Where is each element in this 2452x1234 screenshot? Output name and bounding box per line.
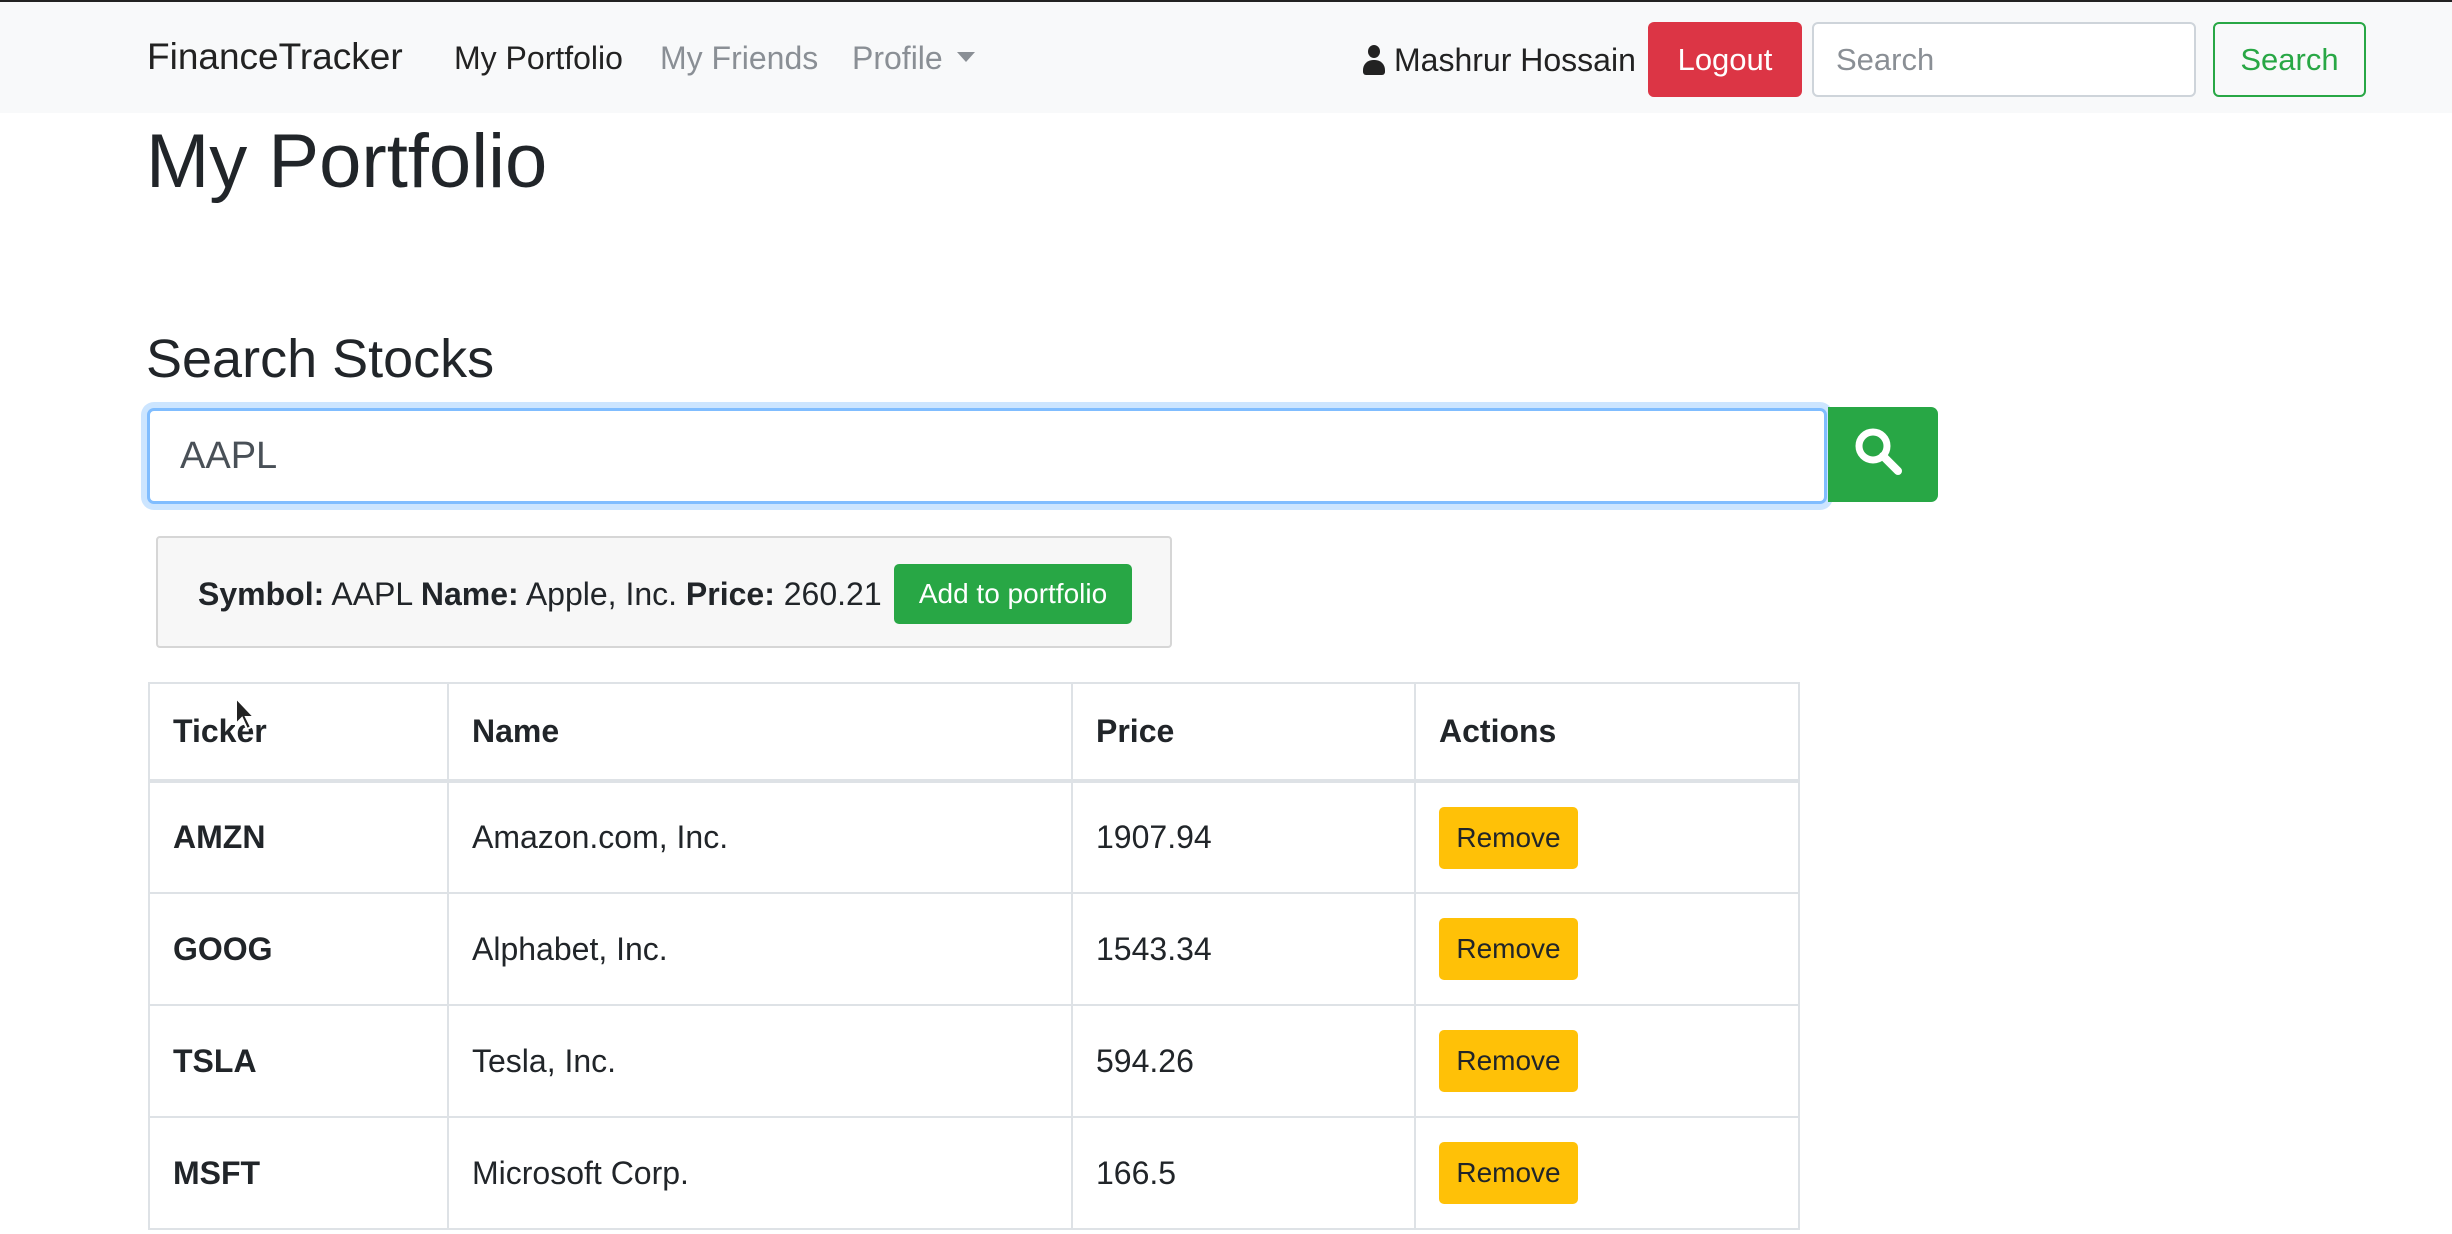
table-row: AMZN Amazon.com, Inc. 1907.94 Remove	[148, 780, 1800, 894]
portfolio-table: Ticker Name Price Actions AMZN Amazon.co…	[148, 682, 1800, 1230]
column-header-price: Price	[1071, 682, 1416, 783]
table-row: GOOG Alphabet, Inc. 1543.34 Remove	[148, 892, 1800, 1006]
stock-search-input[interactable]	[147, 408, 1827, 504]
ticker-cell: GOOG	[148, 892, 449, 1006]
price-cell: 166.5	[1071, 1116, 1416, 1230]
price-cell: 1543.34	[1071, 892, 1416, 1006]
column-header-name: Name	[447, 682, 1073, 783]
name-cell: Microsoft Corp.	[447, 1116, 1073, 1230]
navbar-search-button[interactable]: Search	[2213, 22, 2366, 97]
search-result-card: Symbol: AAPL Name: Apple, Inc. Price: 26…	[156, 536, 1172, 648]
nav-dropdown-profile-label: Profile	[852, 40, 943, 76]
caret-down-icon	[956, 51, 975, 62]
logout-button[interactable]: Logout	[1648, 22, 1802, 97]
table-row: TSLA Tesla, Inc. 594.26 Remove	[148, 1004, 1800, 1118]
stock-search-button[interactable]	[1828, 407, 1938, 502]
search-result-text: Symbol: AAPL Name: Apple, Inc. Price: 26…	[198, 576, 882, 613]
result-symbol: AAPL	[331, 576, 412, 612]
name-cell: Tesla, Inc.	[447, 1004, 1073, 1118]
remove-button[interactable]: Remove	[1439, 1142, 1578, 1204]
symbol-label: Symbol:	[198, 576, 325, 612]
remove-button[interactable]: Remove	[1439, 918, 1578, 980]
result-price: 260.21	[783, 576, 882, 612]
name-cell: Alphabet, Inc.	[447, 892, 1073, 1006]
column-header-actions: Actions	[1414, 682, 1800, 783]
name-label: Name:	[420, 576, 519, 612]
search-stocks-heading: Search Stocks	[146, 329, 495, 389]
remove-button[interactable]: Remove	[1439, 1030, 1578, 1092]
ticker-cell: MSFT	[148, 1116, 449, 1230]
price-cell: 594.26	[1071, 1004, 1416, 1118]
table-header-row: Ticker Name Price Actions	[148, 682, 1800, 783]
price-label: Price:	[685, 576, 775, 612]
nav-link-my-friends[interactable]: My Friends	[660, 40, 818, 77]
actions-cell: Remove	[1414, 780, 1800, 894]
ticker-cell: TSLA	[148, 1004, 449, 1118]
name-cell: Amazon.com, Inc.	[447, 780, 1073, 894]
magnifier-icon	[1855, 428, 1902, 475]
actions-cell: Remove	[1414, 892, 1800, 1006]
ticker-cell: AMZN	[148, 780, 449, 894]
result-name: Apple, Inc.	[525, 576, 678, 612]
navbar: FinanceTracker My Portfolio My Friends P…	[0, 0, 2452, 113]
column-header-ticker: Ticker	[148, 682, 449, 783]
mouse-cursor-icon	[235, 696, 257, 731]
add-to-portfolio-button[interactable]: Add to portfolio	[894, 564, 1132, 624]
current-user: Mashrur Hossain	[1362, 42, 1636, 79]
price-cell: 1907.94	[1071, 780, 1416, 894]
table-row: MSFT Microsoft Corp. 166.5 Remove	[148, 1116, 1800, 1230]
nav-dropdown-profile[interactable]: Profile	[852, 40, 975, 77]
remove-button[interactable]: Remove	[1439, 806, 1578, 869]
actions-cell: Remove	[1414, 1116, 1800, 1230]
actions-cell: Remove	[1414, 1004, 1800, 1118]
page-title: My Portfolio	[146, 119, 548, 204]
nav-link-my-portfolio[interactable]: My Portfolio	[454, 40, 623, 77]
navbar-search-input[interactable]	[1812, 22, 2196, 97]
brand-logo[interactable]: FinanceTracker	[147, 36, 403, 78]
user-icon	[1362, 45, 1386, 75]
user-name: Mashrur Hossain	[1394, 42, 1636, 78]
